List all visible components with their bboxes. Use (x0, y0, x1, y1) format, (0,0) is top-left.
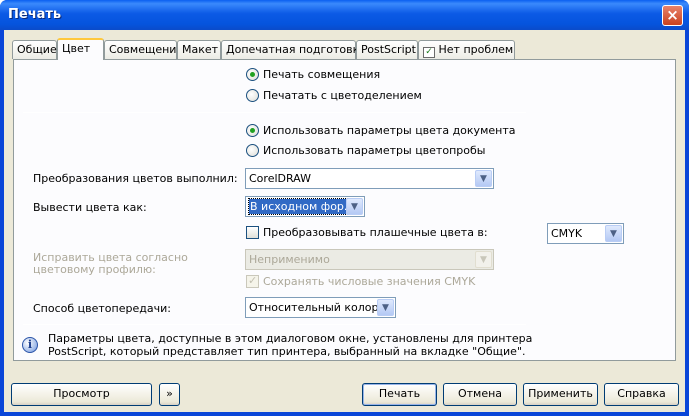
checklist-icon: ✓ (423, 47, 435, 58)
spot-target-select[interactable]: CMYK ▼ (547, 223, 624, 244)
info-text: Параметры цвета, доступные в этом диалог… (48, 332, 533, 358)
cancel-button[interactable]: Отмена (443, 383, 517, 406)
window-title: Печать (8, 7, 62, 22)
help-button[interactable]: Справка (604, 383, 679, 406)
tab-trapping[interactable]: Совмещение (104, 40, 183, 59)
profile-label-line2: цветовому профилю: (33, 263, 156, 276)
conversion-label: Преобразования цветов выполнил: (33, 172, 238, 185)
preview-button[interactable]: Просмотр (11, 383, 152, 406)
tab-prepress[interactable]: Допечатная подготовка (221, 40, 366, 59)
expand-preview-button[interactable]: » (159, 383, 180, 406)
apply-button[interactable]: Применить (523, 383, 598, 406)
radio-dot[interactable] (246, 124, 259, 137)
title-bar[interactable]: Печать × (0, 0, 689, 30)
divider (23, 112, 526, 113)
tab-no-issues[interactable]: ✓ Нет проблем (418, 40, 515, 59)
info-icon: i (22, 337, 38, 353)
radio-dot[interactable] (246, 68, 259, 81)
radio-dot[interactable] (246, 144, 259, 157)
print-button[interactable]: Печать (362, 383, 437, 406)
output-as-select[interactable]: В исходном фор... ▼ (245, 196, 365, 217)
rendering-intent-select[interactable]: Относительный колор... ▼ (245, 297, 396, 318)
chevron-down-icon[interactable]: ▼ (377, 299, 394, 316)
tab-color[interactable]: Цвет (57, 38, 104, 60)
dialog-body: Общие Цвет Совмещение Макет Допечатная п… (4, 30, 685, 412)
chevron-down-icon[interactable]: ▼ (346, 198, 363, 215)
checkbox-box (246, 274, 259, 288)
radio-dot[interactable] (246, 89, 259, 102)
checkbox-box[interactable] (246, 226, 259, 239)
color-tab-panel: Печать совмещения Печатать с цветоделени… (13, 59, 676, 361)
chevron-down-icon[interactable]: ▼ (475, 170, 492, 187)
divider (23, 324, 526, 325)
close-icon: × (666, 6, 679, 24)
conversion-select[interactable]: CorelDRAW ▼ (245, 168, 494, 189)
print-dialog: Печать × Общие Цвет Совмещение Макет Доп… (0, 0, 689, 416)
tab-general[interactable]: Общие (12, 40, 57, 59)
rendering-label: Способ цветопередачи: (33, 302, 171, 315)
double-chevron-right-icon: » (166, 387, 173, 400)
chevron-down-icon[interactable]: ▼ (605, 225, 622, 242)
output-as-label: Вывести цвета как: (33, 201, 147, 214)
tab-layout[interactable]: Макет (177, 40, 221, 59)
chevron-down-icon: ▼ (475, 251, 492, 268)
tab-postscript[interactable]: PostScript (356, 40, 418, 59)
profile-select: Неприменимо ▼ (245, 249, 494, 270)
close-button[interactable]: × (662, 5, 683, 26)
